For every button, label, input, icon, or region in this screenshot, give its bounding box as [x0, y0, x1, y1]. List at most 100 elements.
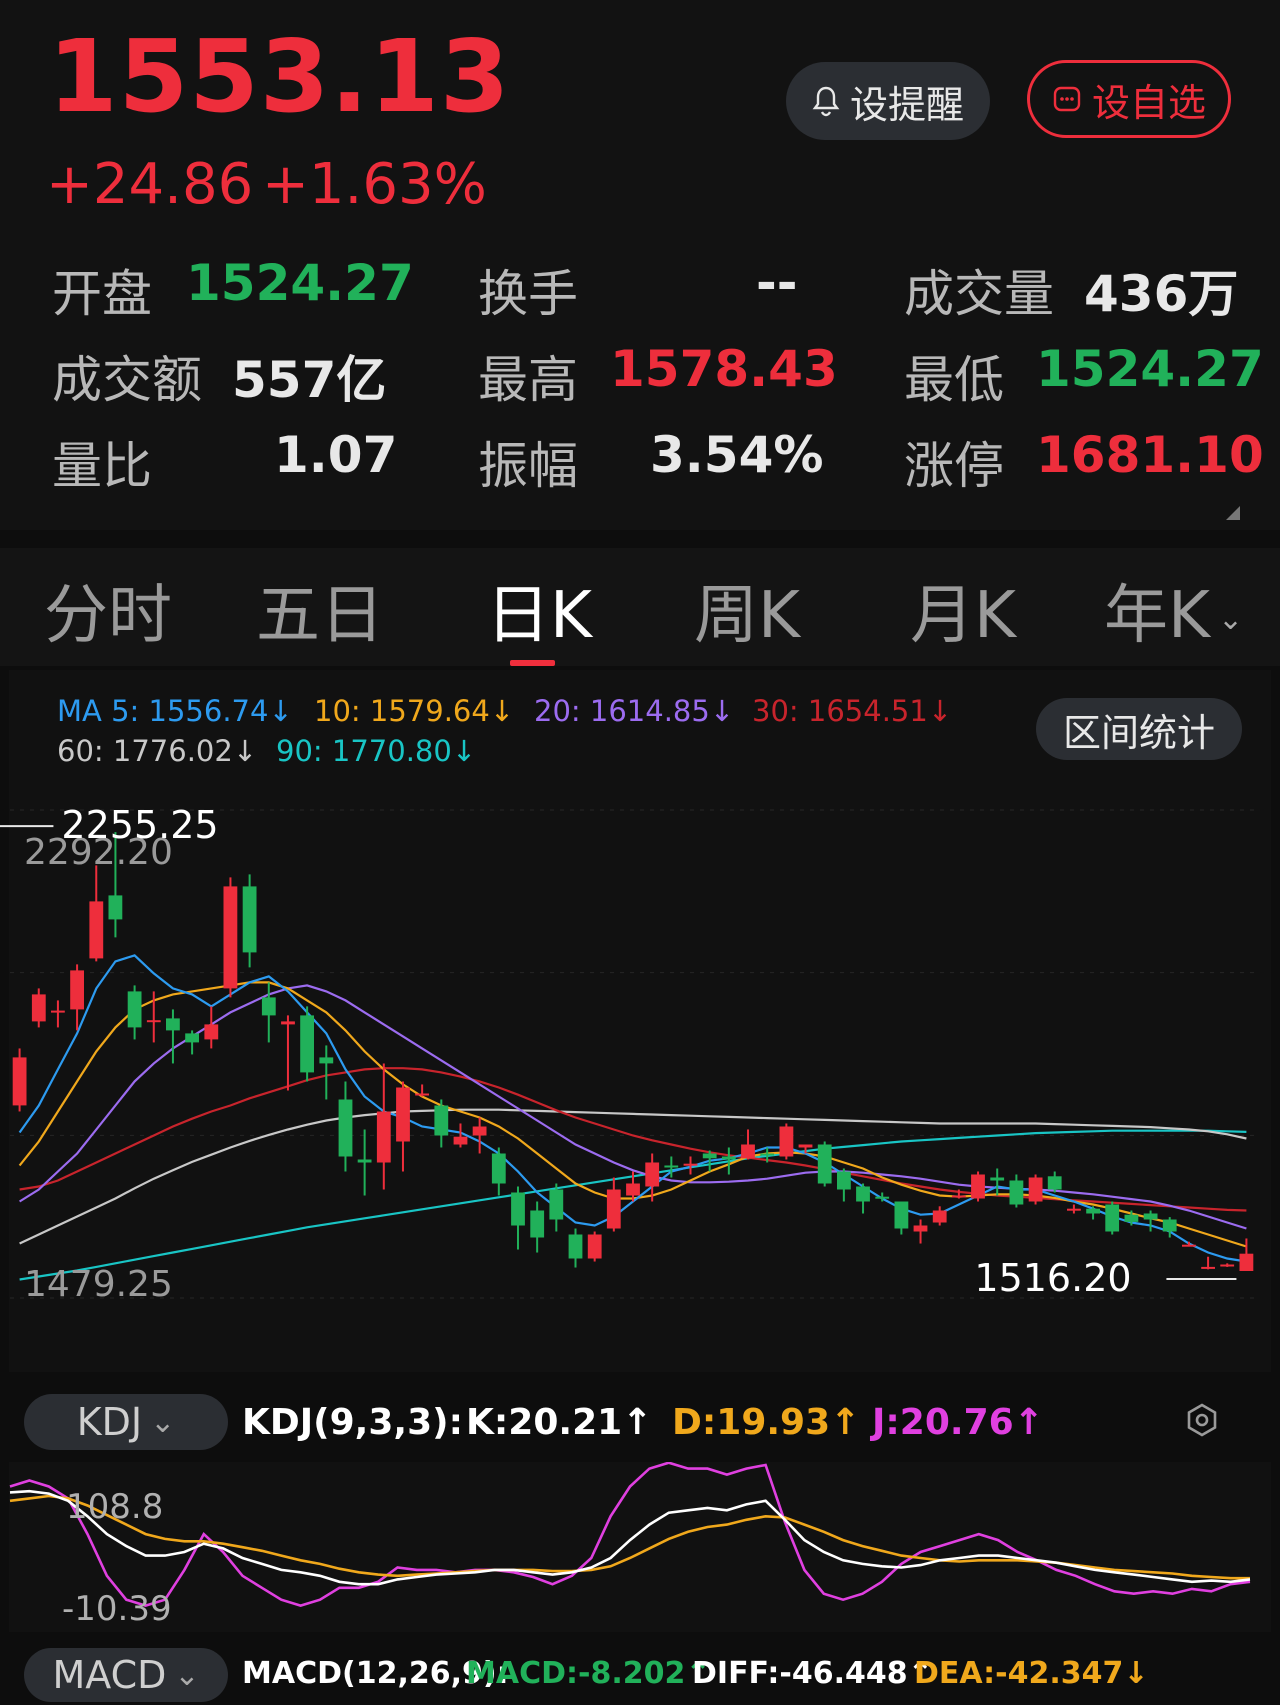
candle-body	[31, 994, 46, 1022]
candle-body	[1047, 1176, 1062, 1190]
tab-monthly-k[interactable]: 月K	[910, 564, 1016, 656]
candle-body	[990, 1177, 1005, 1181]
kdj-d-line	[9, 1494, 1250, 1580]
high-value: 1578.43	[610, 340, 838, 398]
expand-corner-icon[interactable]	[1226, 506, 1240, 520]
active-tab-indicator	[510, 660, 555, 666]
candle-body	[1220, 1264, 1235, 1267]
chevron-down-icon: ⌄	[174, 1657, 200, 1693]
open-label: 开盘	[52, 265, 152, 323]
candle-body	[261, 997, 276, 1016]
amount-label: 成交额	[52, 351, 202, 409]
candle-body	[511, 1192, 525, 1226]
candle-body	[108, 895, 123, 920]
min-price-marker: 1516.20	[974, 1256, 1131, 1300]
candle-body	[70, 970, 84, 1010]
candle-body	[127, 991, 142, 1028]
kdj-title: KDJ(9,3,3):	[242, 1402, 463, 1443]
candle-body	[1143, 1213, 1158, 1220]
ma90-legend: 90: 1770.80↓	[276, 734, 477, 768]
candle-body	[971, 1174, 985, 1199]
candle-body	[1162, 1219, 1177, 1232]
candle-body	[817, 1144, 832, 1184]
candle-body	[453, 1136, 468, 1145]
candle-body	[530, 1210, 545, 1238]
add-watchlist-label: 设自选	[1091, 80, 1206, 125]
candle-body	[549, 1189, 564, 1220]
kdj-selector-label: KDJ	[76, 1400, 143, 1444]
turnover-label: 换手	[478, 265, 578, 323]
tab-weekly-k[interactable]: 周K	[694, 564, 800, 656]
kdj-d-value: D:19.93↑	[672, 1402, 861, 1443]
tab-yearly-k-label: 年K	[1104, 579, 1210, 653]
candle-body	[1009, 1180, 1024, 1205]
period-tabs: 分时 五日 日K 周K 月K 年K ⌄	[0, 548, 1280, 666]
chevron-down-icon: ⌄	[1217, 601, 1244, 637]
kdj-indicator-selector[interactable]: KDJ ⌄	[24, 1394, 228, 1450]
candle-body	[338, 1099, 353, 1157]
candle-body	[319, 1057, 334, 1064]
set-alert-button[interactable]: 设提醒	[786, 62, 990, 140]
set-alert-label: 设提醒	[849, 82, 964, 127]
candle-body	[204, 1024, 219, 1040]
candle-body	[223, 886, 238, 989]
macd-indicator-selector[interactable]: MACD ⌄	[24, 1648, 228, 1702]
kdj-chart: 108.8 -10.39	[9, 1462, 1251, 1629]
kline-chart[interactable]: 2292.201479.252255.251516.20	[0, 770, 1280, 1360]
candle-body	[587, 1234, 602, 1259]
settings-icon[interactable]	[1184, 1402, 1220, 1442]
candle-body	[760, 1153, 775, 1156]
candle-body	[1067, 1208, 1081, 1211]
candle-body	[357, 1159, 372, 1163]
candle-body	[415, 1093, 429, 1096]
candle-body	[741, 1144, 755, 1159]
candle-body	[1124, 1214, 1139, 1222]
ma10-legend: 10: 1579.64↓	[314, 694, 515, 728]
low-label: 最低	[904, 351, 1004, 409]
candle-body	[913, 1225, 928, 1232]
kdj-y-bottom-label: -10.39	[62, 1589, 172, 1629]
tab-yearly-k[interactable]: 年K ⌄	[1104, 564, 1243, 656]
volume-value: 436万	[1084, 265, 1239, 323]
turnover-value: --	[756, 254, 798, 312]
candle-body	[1201, 1266, 1215, 1269]
candle-body	[875, 1196, 890, 1199]
candle-body	[645, 1162, 660, 1187]
range-stats-button[interactable]: 区间统计	[1036, 698, 1242, 760]
kdj-k-line	[9, 1489, 1251, 1586]
macd-dea-value: DEA:-42.347↓	[914, 1656, 1149, 1691]
macd-value: MACD:-8.202↑	[466, 1656, 711, 1691]
macd-diff-value: DIFF:-46.448↑	[692, 1656, 933, 1691]
max-price-marker: 2255.25	[61, 803, 218, 847]
watchlist-icon	[1052, 84, 1082, 114]
open-value: 1524.27	[186, 254, 414, 312]
candle-body	[1028, 1177, 1043, 1202]
candle-body	[89, 901, 104, 959]
volume-ratio-value: 1.07	[274, 426, 398, 484]
candle-body	[606, 1189, 621, 1229]
high-label: 最高	[478, 351, 578, 409]
tab-intraday[interactable]: 分时	[44, 564, 172, 656]
ma5-legend: MA 5: 1556.74↓	[57, 694, 293, 728]
kdj-j-value: J:20.76↑	[872, 1402, 1044, 1443]
candle-body	[856, 1186, 870, 1202]
candle-body	[952, 1195, 966, 1198]
candle-body	[472, 1126, 487, 1136]
tab-daily-k[interactable]: 日K	[486, 564, 592, 656]
price-change-percent: +1.63%	[262, 152, 487, 217]
ma5-line	[18, 954, 1247, 1263]
last-price: 1553.13	[48, 18, 511, 135]
candle-body	[281, 1021, 295, 1025]
volume-ratio-label: 量比	[52, 437, 152, 495]
candle-body	[376, 1111, 391, 1163]
tab-five-day[interactable]: 五日	[256, 564, 384, 656]
candle-body	[12, 1057, 27, 1106]
candle-body	[837, 1171, 851, 1190]
add-watchlist-button[interactable]: 设自选	[1027, 60, 1231, 138]
ma30-legend: 30: 1654.51↓	[752, 694, 953, 728]
limit-up-label: 涨停	[904, 437, 1004, 495]
candle-body	[664, 1165, 679, 1168]
kdj-j-line	[9, 1462, 1251, 1607]
price-change: +24.86	[46, 152, 254, 217]
low-value: 1524.27	[1036, 340, 1264, 398]
